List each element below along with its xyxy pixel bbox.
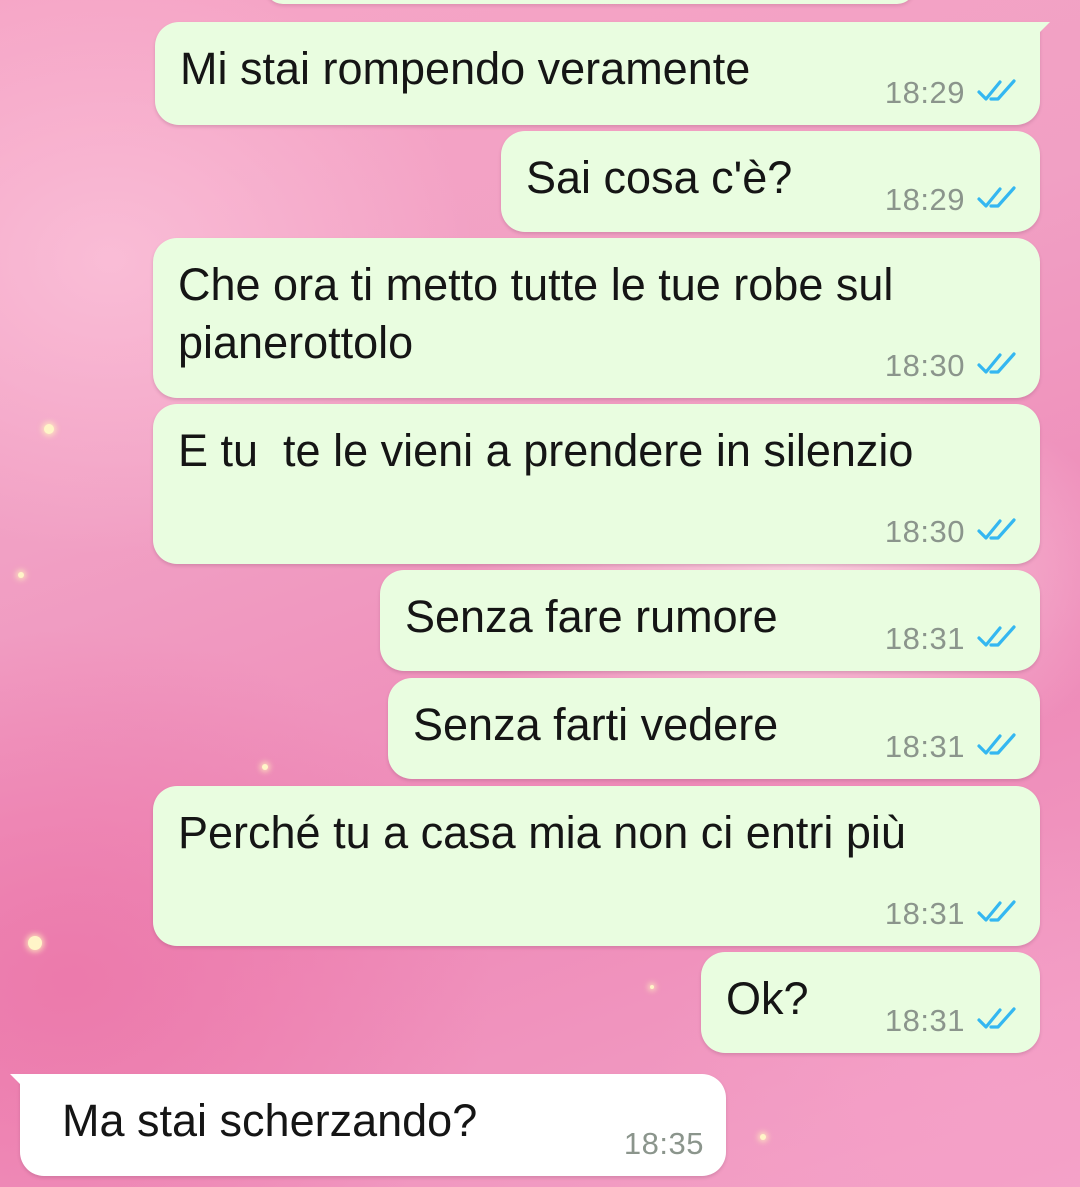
- outgoing-message[interactable]: Ok? 18:31: [701, 952, 1040, 1053]
- message-time: 18:30: [884, 348, 965, 383]
- message-text: Perché tu a casa mia non ci entri più: [178, 807, 906, 858]
- double-check-icon: [977, 352, 1016, 374]
- incoming-message[interactable]: Ma stai scherzando? 18:35: [10, 1074, 726, 1176]
- message-text: Che ora ti metto tutte le tue robe sul p…: [178, 259, 906, 368]
- message-text: E tu te le vieni a prendere in silenzio: [178, 425, 914, 476]
- message-time: 18:29: [884, 182, 965, 217]
- double-check-icon: [977, 900, 1016, 922]
- wallpaper-sparkle: [44, 424, 54, 434]
- outgoing-message[interactable]: Senza fare rumore 18:31: [380, 570, 1040, 671]
- double-check-icon: [977, 625, 1016, 647]
- message-time: 18:29: [884, 75, 965, 110]
- double-check-icon: [977, 79, 1016, 101]
- wallpaper-sparkle: [262, 764, 268, 770]
- previous-message-edge: [265, 0, 915, 4]
- outgoing-message[interactable]: E tu te le vieni a prendere in silenzio …: [153, 404, 1040, 564]
- outgoing-message[interactable]: Senza farti vedere 18:31: [388, 678, 1040, 779]
- wallpaper-sparkle: [18, 572, 24, 578]
- outgoing-message[interactable]: Perché tu a casa mia non ci entri più 18…: [153, 786, 1040, 946]
- outgoing-message[interactable]: Che ora ti metto tutte le tue robe sul p…: [153, 238, 1040, 398]
- double-check-icon: [977, 186, 1016, 208]
- message-time: 18:31: [884, 621, 965, 656]
- message-time: 18:35: [623, 1126, 704, 1161]
- outgoing-message[interactable]: Mi stai rompendo veramente 18:29: [155, 22, 1050, 125]
- bubble-tail: [1028, 22, 1050, 44]
- message-text: Ma stai scherzando?: [62, 1095, 478, 1146]
- wallpaper-sparkle: [650, 985, 654, 989]
- message-time: 18:31: [884, 729, 965, 764]
- wallpaper-sparkle: [760, 1134, 766, 1140]
- wallpaper-sparkle: [28, 936, 42, 950]
- message-time: 18:30: [884, 514, 965, 549]
- double-check-icon: [977, 733, 1016, 755]
- double-check-icon: [977, 1007, 1016, 1029]
- double-check-icon: [977, 518, 1016, 540]
- outgoing-message[interactable]: Sai cosa c'è? 18:29: [501, 131, 1040, 232]
- message-time: 18:31: [884, 896, 965, 931]
- message-text: Ok?: [726, 973, 809, 1024]
- bubble-tail: [10, 1074, 32, 1096]
- message-time: 18:31: [884, 1003, 965, 1038]
